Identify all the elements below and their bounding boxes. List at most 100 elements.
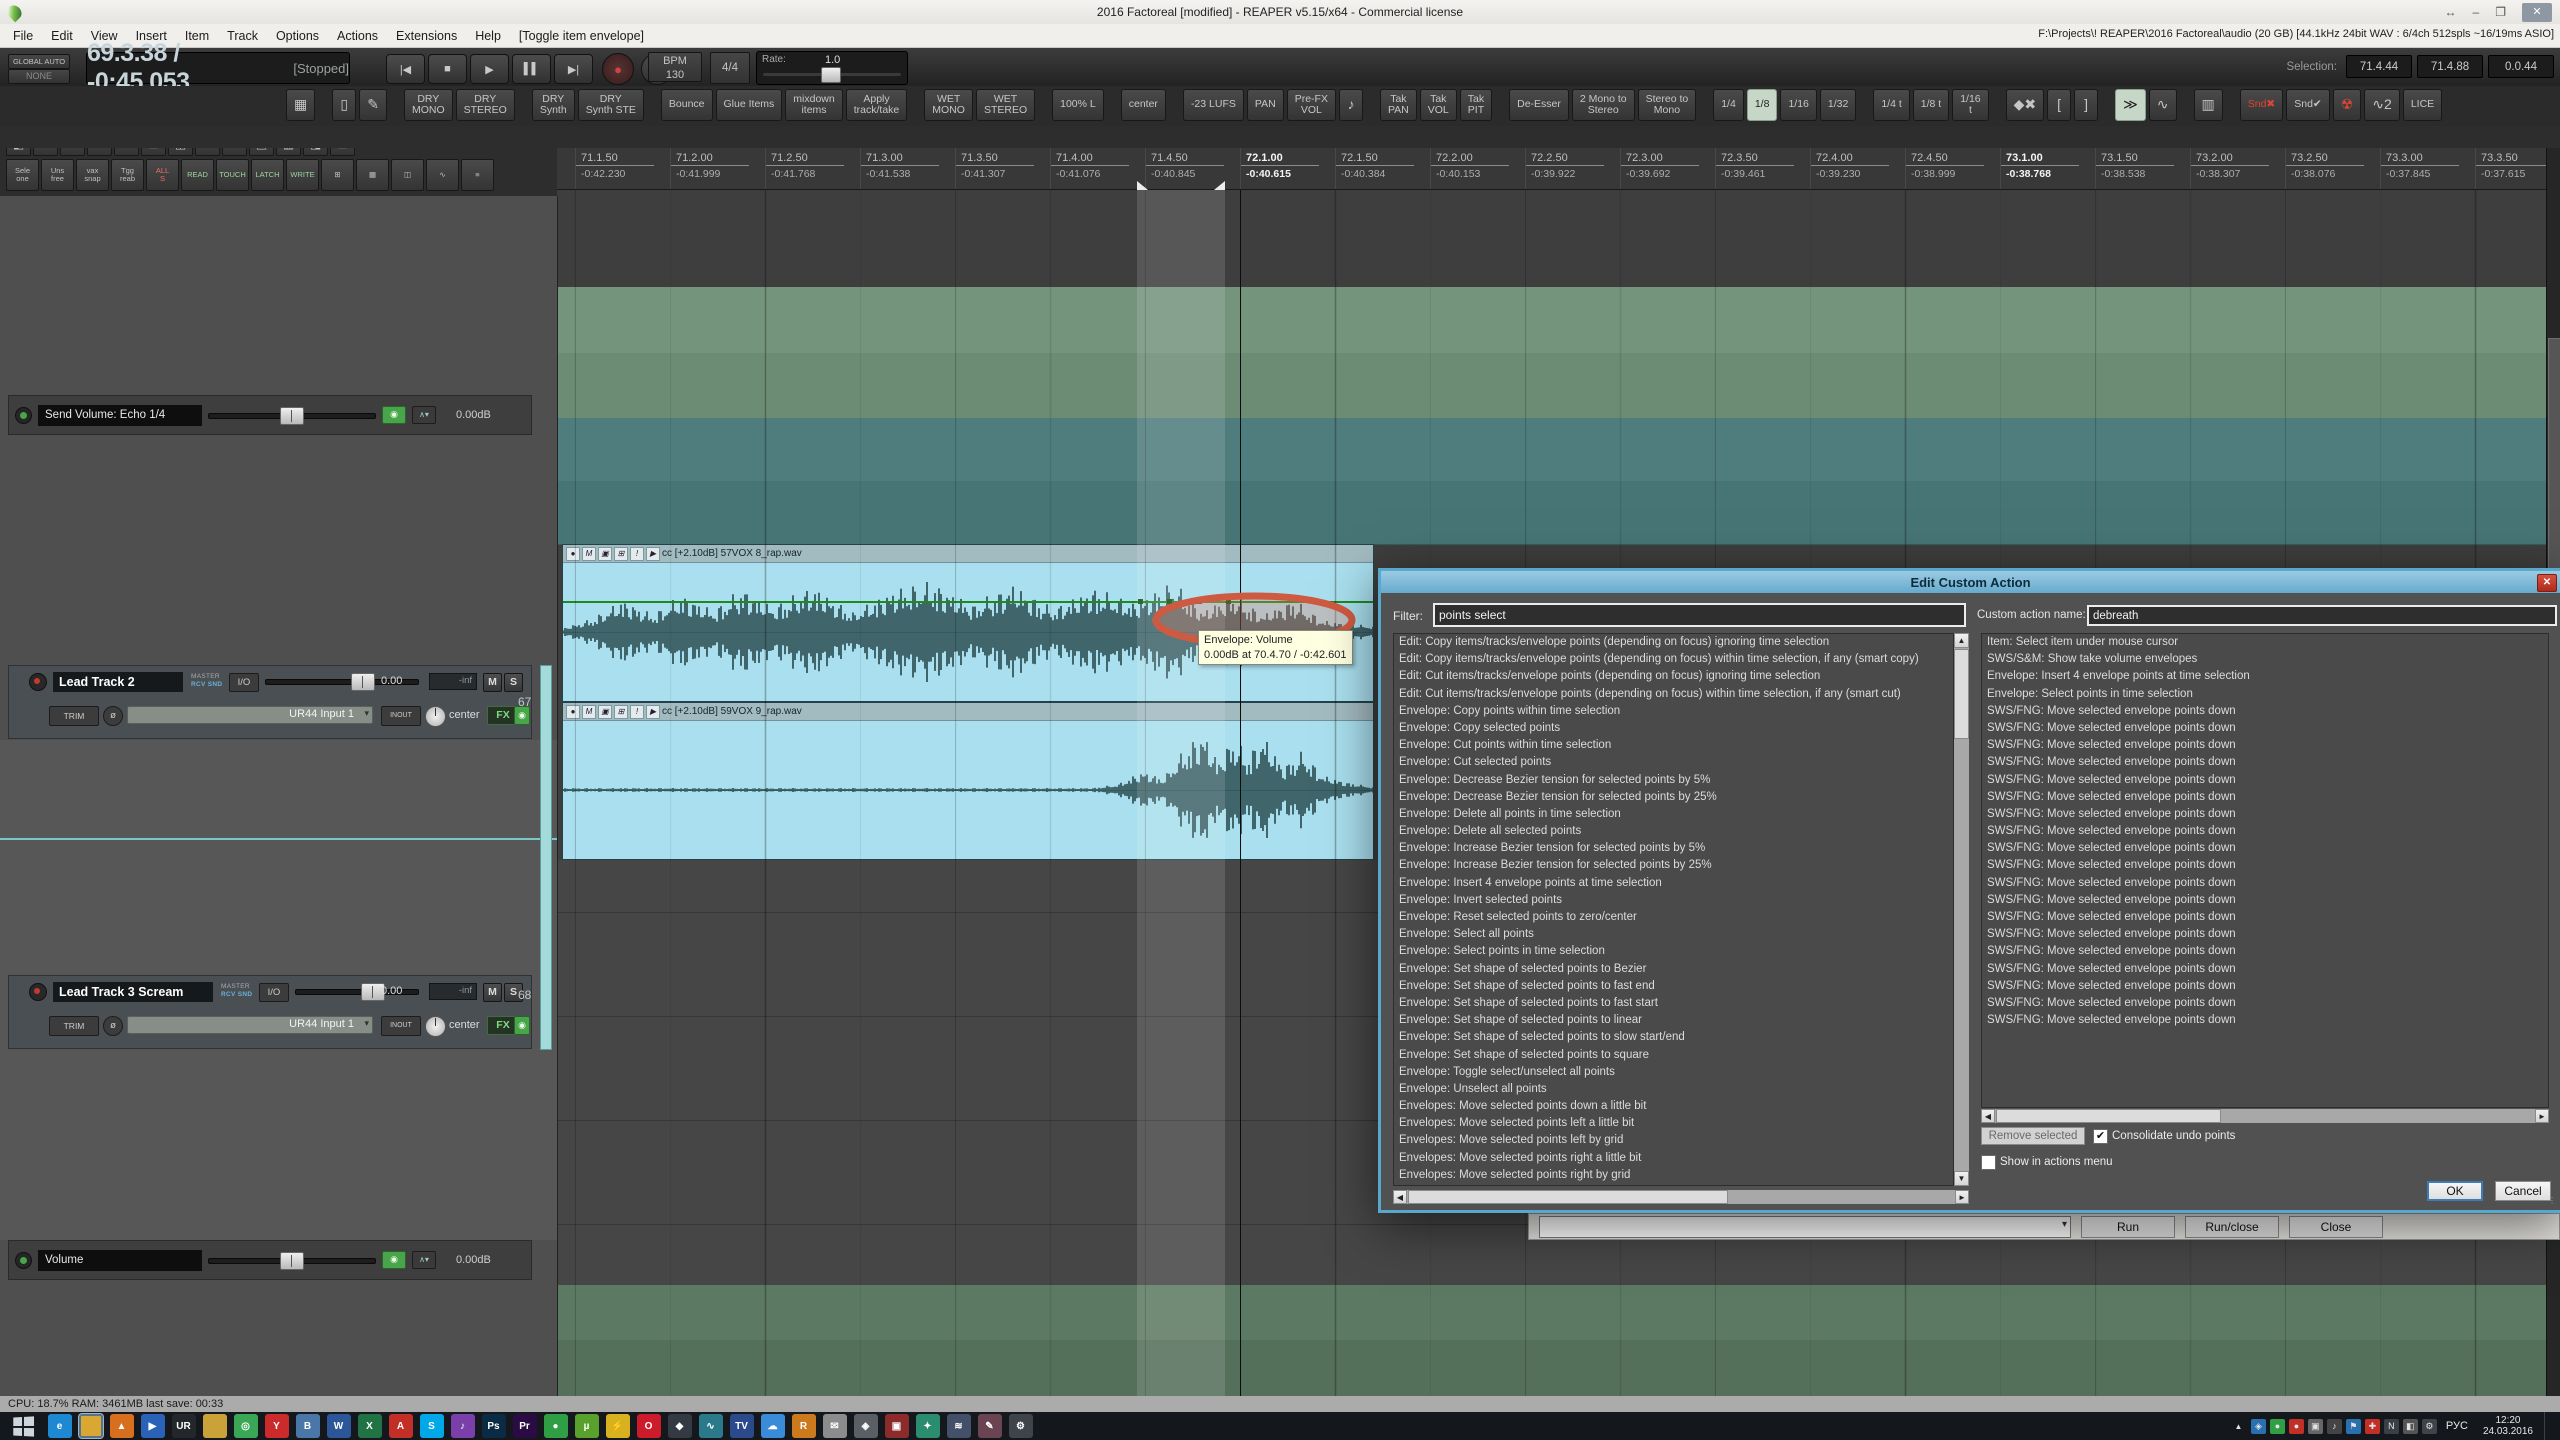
lufs-button[interactable]: -23 LUFS: [1183, 89, 1244, 121]
sequence-list-item[interactable]: SWS/FNG: Move selected envelope points d…: [1982, 720, 2548, 737]
tray-red-icon[interactable]: ●: [2289, 1419, 2304, 1434]
take-pitch-button[interactable]: Tak PIT: [1460, 89, 1492, 121]
selection-end[interactable]: 71.4.88: [2417, 55, 2483, 78]
settings-app-icon[interactable]: ⚙: [1009, 1414, 1033, 1438]
premiere-icon[interactable]: Pr: [513, 1414, 537, 1438]
dry-stereo-button[interactable]: DRY STEREO: [456, 89, 515, 121]
solo-button[interactable]: S: [504, 673, 523, 692]
action-list-item[interactable]: Envelope: Increase Bezier tension for se…: [1394, 840, 1953, 857]
wet-stereo-button[interactable]: WET STEREO: [976, 89, 1035, 121]
grid-sixteenth-triplet-button[interactable]: 1/16 t: [1952, 89, 1988, 121]
action-list-item[interactable]: Edit: Copy items/tracks/envelope points …: [1394, 651, 1953, 668]
grid-eighth-triplet-button[interactable]: 1/8 t: [1913, 89, 1949, 121]
chrome-icon[interactable]: ◎: [234, 1414, 258, 1438]
action-list-item[interactable]: Envelope: Copy selected points: [1394, 720, 1953, 737]
item-button-icon[interactable]: ●: [566, 547, 580, 561]
pre-fx-vol-button[interactable]: Pre-FX VOL: [1287, 89, 1336, 121]
tray-app-icon[interactable]: ▣: [2308, 1419, 2323, 1434]
pan-100-left-button[interactable]: 100% L: [1052, 89, 1104, 121]
sequence-list-item[interactable]: SWS/FNG: Move selected envelope points d…: [1982, 806, 2548, 823]
action-list-item[interactable]: Envelopes: Move selected points right a …: [1394, 1150, 1953, 1167]
tray-settings-icon[interactable]: ⚙: [2422, 1419, 2437, 1434]
timeline-ruler[interactable]: 71.1.50 -0:42.230 71.2.00 -0:41.999 71.2…: [557, 148, 2546, 190]
tray-expand-icon[interactable]: ▲: [2231, 1419, 2246, 1434]
unselect-free-button[interactable]: Uns free: [41, 159, 74, 191]
envelope-lane-name[interactable]: Volume: [38, 1250, 202, 1271]
input-selector[interactable]: UR44 Input 1: [127, 1016, 373, 1034]
rate-slider-thumb[interactable]: [821, 67, 841, 83]
action-list-item[interactable]: Envelope: Unselect all points: [1394, 1081, 1953, 1098]
toggle-reab-button[interactable]: Tgg reab: [111, 159, 144, 191]
sequence-list-item[interactable]: SWS/FNG: Move selected envelope points d…: [1982, 857, 2548, 874]
track-panel-lead-track-3[interactable]: Lead Track 3 Scream MASTERRCV SND I/O 0.…: [8, 975, 532, 1049]
filter-input[interactable]: points select: [1433, 603, 1966, 627]
cancel-button[interactable]: Cancel: [2495, 1181, 2551, 1201]
action-list-item[interactable]: Envelope: Decrease Bezier tension for se…: [1394, 789, 1953, 806]
menu-item[interactable]: [Toggle item envelope]: [510, 26, 653, 46]
sequence-list-item[interactable]: SWS/S&M: Show take volume envelopes: [1982, 651, 2548, 668]
track-name[interactable]: Lead Track 2: [53, 672, 183, 692]
menu-item[interactable]: Actions: [328, 26, 387, 46]
sequence-list-hscrollbar[interactable]: ◀ ►: [1981, 1109, 2549, 1123]
automation-read-button[interactable]: READ: [181, 159, 214, 191]
action-list-item[interactable]: Envelopes: Move selected points left a l…: [1394, 1115, 1953, 1132]
dry-synth-button[interactable]: DRY Synth: [532, 89, 575, 121]
sequence-list-item[interactable]: SWS/FNG: Move selected envelope points d…: [1982, 737, 2548, 754]
global-auto-button[interactable]: GLOBAL AUTO: [8, 54, 70, 69]
skype-icon[interactable]: S: [420, 1414, 444, 1438]
action-list-item[interactable]: Envelope: Insert 4 envelope points at ti…: [1394, 875, 1953, 892]
go-to-start-button[interactable]: |◀: [386, 54, 425, 84]
tray-shield-icon[interactable]: ◈: [2251, 1419, 2266, 1434]
note-icon[interactable]: ♪: [1339, 89, 1363, 121]
action-list-item[interactable]: Envelope: Set shape of selected points t…: [1394, 1029, 1953, 1046]
folder-icon[interactable]: [79, 1414, 103, 1438]
tray-n-icon[interactable]: N: [2384, 1419, 2399, 1434]
sequence-list-item[interactable]: SWS/FNG: Move selected envelope points d…: [1982, 875, 2548, 892]
item-button-icon[interactable]: ●: [566, 705, 580, 719]
take-pan-button[interactable]: Tak PAN: [1380, 89, 1417, 121]
dry-mono-button[interactable]: DRY MONO: [404, 89, 453, 121]
action-list-item[interactable]: Envelope: Select points in time selectio…: [1394, 943, 1953, 960]
bpm-box[interactable]: BPM 130: [648, 52, 702, 82]
mono-to-stereo-button[interactable]: 2 Mono to Stereo: [1572, 89, 1635, 121]
action-list-item[interactable]: Envelope: Set shape of selected points t…: [1394, 1012, 1953, 1029]
action-list-item[interactable]: Envelope: Increase Bezier tension for se…: [1394, 857, 1953, 874]
matrix-icon[interactable]: ▦: [356, 159, 389, 191]
action-list-vscrollbar[interactable]: ▲ ▼: [1954, 633, 1969, 1186]
grid-small-icon[interactable]: ⊞: [321, 159, 354, 191]
custom-action-sequence-list[interactable]: Item: Select item under mouse cursorSWS/…: [1981, 633, 2549, 1108]
envelope-mode-combo[interactable]: ∧▾: [412, 406, 436, 424]
sequence-list-item[interactable]: SWS/FNG: Move selected envelope points d…: [1982, 789, 2548, 806]
envelope-mode-combo[interactable]: ∧▾: [412, 1251, 436, 1269]
selection-start[interactable]: 71.4.44: [2346, 55, 2412, 78]
music-app-icon[interactable]: ♪: [451, 1414, 475, 1438]
send-mute-icon[interactable]: Snd✖: [2240, 89, 2283, 121]
metronome-icon[interactable]: ▥: [2194, 89, 2223, 121]
ie-icon[interactable]: e: [48, 1414, 72, 1438]
action-list-item[interactable]: Edit: Copy items/tracks/envelope points …: [1394, 634, 1953, 651]
vlc-icon[interactable]: ▲: [110, 1414, 134, 1438]
consolidate-undo-checkbox[interactable]: ✔: [2093, 1129, 2108, 1144]
action-list-item[interactable]: Envelopes: Move selected points left by …: [1394, 1132, 1953, 1149]
tray-display-icon[interactable]: ◧: [2403, 1419, 2418, 1434]
loop-end-icon[interactable]: ]: [2074, 89, 2098, 121]
selection-length[interactable]: 0.0.44: [2488, 55, 2554, 78]
cloud-icon[interactable]: ☁: [761, 1414, 785, 1438]
record-arm-button[interactable]: [29, 673, 47, 691]
record-button[interactable]: ●: [602, 53, 634, 85]
maximize-button[interactable]: ❐: [2495, 5, 2506, 19]
grid-quarter-button[interactable]: 1/4: [1713, 89, 1744, 121]
utorrent-icon[interactable]: µ: [575, 1414, 599, 1438]
loop-selection-marker[interactable]: [1137, 180, 1225, 190]
pan-knob[interactable]: [425, 1016, 446, 1037]
tray-flag-icon[interactable]: ⚑: [2346, 1419, 2361, 1434]
phase-button[interactable]: ø: [103, 706, 123, 726]
media-item-2[interactable]: ●M▣⊞!▶ cc [+2.10dB] 59VOX 9_rap.wav: [562, 702, 1374, 860]
action-list-item[interactable]: Envelope: Delete all points in time sele…: [1394, 806, 1953, 823]
loop-start-icon[interactable]: [: [2047, 89, 2071, 121]
action-list-item[interactable]: Envelopes: Move selected points right by…: [1394, 1167, 1953, 1184]
show-desktop-button[interactable]: [2544, 1412, 2552, 1440]
gray-app-icon[interactable]: ◈: [854, 1414, 878, 1438]
item-button-icon[interactable]: ▶: [646, 705, 660, 719]
monitor-button[interactable]: INOUT: [381, 706, 421, 726]
